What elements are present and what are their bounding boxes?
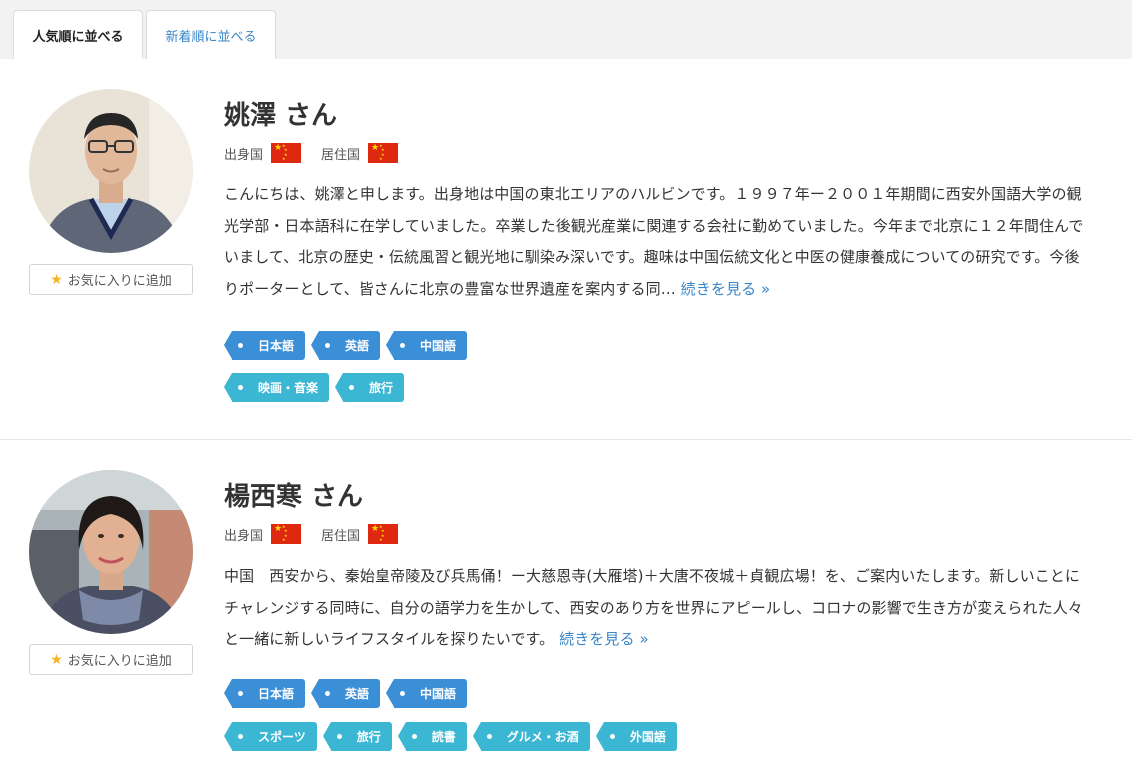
country-info: 出身国 ★ ★ ★ ★ ★ 居住国 ★ ★ ★ ★ ★ — [224, 143, 399, 163]
hobby-tags: スポーツ 旅行 読書 グルメ・お酒 外国語 — [224, 722, 677, 751]
tag-language[interactable]: 英語 — [311, 679, 381, 708]
bio-text: 中国 西安から、秦始皇帝陵及び兵馬俑！ー大慈恩寺(大雁塔)＋大唐不夜城＋貞観広場… — [224, 567, 1083, 648]
tag-hobby[interactable]: 外国語 — [595, 722, 677, 751]
bio-text: こんにちは、姚澤と申します。出身地は中国の東北エリアのハルビンです。１９９７年ー… — [224, 185, 1084, 298]
tag-hobby[interactable]: 旅行 — [322, 722, 392, 751]
guide-name[interactable]: 楊西寒 さん — [224, 476, 363, 513]
china-flag-icon: ★ ★ ★ ★ ★ — [368, 524, 399, 544]
origin-label: 出身国 — [224, 528, 264, 544]
profile-card: ★ お気に入りに追加 楊西寒 さん 出身国 ★ ★ ★ ★ ★ 居住国 ★ ★ ★ ★ ★ 中国… — [0, 440, 1132, 778]
tab-sort-popular[interactable]: 人気順に並べる — [13, 10, 143, 59]
tag-language[interactable]: 英語 — [311, 331, 381, 360]
guide-bio: 中国 西安から、秦始皇帝陵及び兵馬俑！ー大慈恩寺(大雁塔)＋大唐不夜城＋貞観広場… — [224, 561, 1092, 656]
tag-language[interactable]: 中国語 — [386, 331, 468, 360]
tag-language[interactable]: 日本語 — [223, 331, 306, 360]
tag-hobby[interactable]: 読書 — [397, 722, 467, 751]
hobby-tags: 映画・音楽 旅行 — [223, 373, 405, 402]
tag-hobby[interactable]: 旅行 — [335, 373, 405, 402]
tab-sort-newest[interactable]: 新着順に並べる — [146, 10, 276, 59]
china-flag-icon: ★ ★ ★ ★ ★ — [271, 524, 302, 544]
guide-bio: こんにちは、姚澤と申します。出身地は中国の東北エリアのハルビンです。１９９７年ー… — [224, 179, 1092, 305]
tag-hobby[interactable]: グルメ・お酒 — [472, 722, 590, 751]
add-favorite-button[interactable]: ★ お気に入りに追加 — [29, 644, 193, 675]
profile-card: ★ お気に入りに追加 姚澤 さん 出身国 ★ ★ ★ ★ ★ 居住国 ★ ★ ★ ★ ★ こんに… — [0, 59, 1132, 440]
china-flag-icon: ★ ★ ★ ★ ★ — [271, 143, 302, 163]
read-more-link[interactable]: 続きを見る » — [559, 630, 649, 648]
star-icon: ★ — [50, 271, 63, 288]
residence-label: 居住国 — [321, 528, 361, 544]
tag-language[interactable]: 日本語 — [223, 679, 306, 708]
read-more-link[interactable]: 続きを見る » — [681, 280, 771, 298]
language-tags: 日本語 英語 中国語 — [223, 679, 468, 708]
origin-label: 出身国 — [224, 147, 264, 163]
country-info: 出身国 ★ ★ ★ ★ ★ 居住国 ★ ★ ★ ★ ★ — [224, 524, 399, 544]
tag-language[interactable]: 中国語 — [386, 679, 468, 708]
guide-name[interactable]: 姚澤 さん — [224, 95, 337, 132]
china-flag-icon: ★ ★ ★ ★ ★ — [368, 143, 399, 163]
avatar[interactable] — [29, 470, 193, 634]
add-favorite-label: お気に入りに追加 — [67, 654, 172, 669]
language-tags: 日本語 英語 中国語 — [223, 331, 468, 360]
tag-hobby[interactable]: 映画・音楽 — [223, 373, 330, 402]
tag-hobby[interactable]: スポーツ — [224, 722, 317, 751]
avatar[interactable] — [29, 89, 193, 253]
add-favorite-button[interactable]: ★ お気に入りに追加 — [29, 264, 193, 295]
residence-label: 居住国 — [321, 147, 361, 163]
sort-tab-bar: 人気順に並べる 新着順に並べる — [0, 0, 1132, 59]
star-icon: ★ — [50, 651, 63, 668]
add-favorite-label: お気に入りに追加 — [67, 274, 172, 289]
